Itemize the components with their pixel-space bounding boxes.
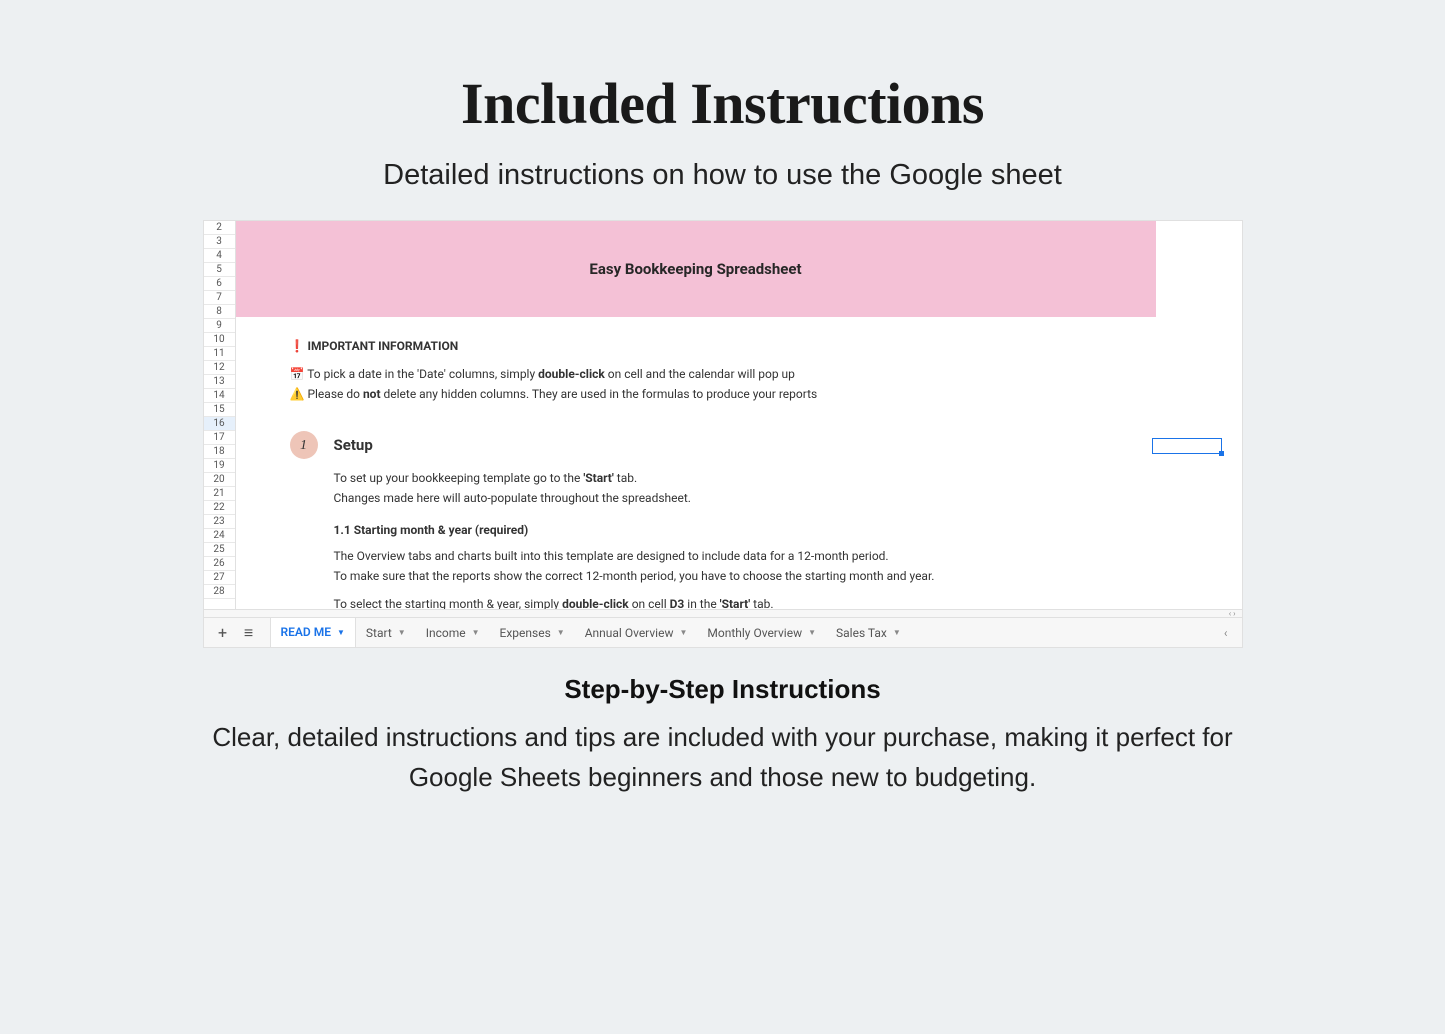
sheet-content: Easy Bookkeeping Spreadsheet ❗ IMPORTANT… [236,221,1242,609]
row-header[interactable]: 27 [204,571,235,585]
tab-label: Annual Overview [585,626,674,640]
row-header[interactable]: 5 [204,263,235,277]
all-sheets-button[interactable]: ≡ [236,620,262,646]
row-header[interactable]: 8 [204,305,235,319]
row-header[interactable]: 2 [204,221,235,235]
row-header[interactable]: 16 [204,417,235,431]
add-sheet-button[interactable]: + [210,620,236,646]
setup-text: tab. [750,597,773,609]
tab-label: Sales Tax [836,626,887,640]
calendar-icon: 📅 [290,367,305,381]
setup-text: in the [684,597,719,609]
row-header[interactable]: 6 [204,277,235,291]
tab-label: Expenses [500,626,551,640]
setup-subheader: 1.1 Starting month & year (required) [334,521,1242,539]
row-header[interactable]: 15 [204,403,235,417]
step-badge: 1 [290,431,318,459]
chevron-down-icon: ▼ [808,628,816,637]
tip-text: To pick a date in the 'Date' columns, si… [307,367,538,381]
tab-label: Income [426,626,466,640]
row-header[interactable]: 11 [204,347,235,361]
sheet-tab-expenses[interactable]: Expenses ▼ [490,618,575,648]
setup-text: The Overview tabs and charts built into … [334,547,1242,565]
row-header[interactable]: 4 [204,249,235,263]
chevron-down-icon: ▼ [398,628,406,637]
row-header[interactable]: 9 [204,319,235,333]
setup-text: Changes made here will auto-populate thr… [334,489,1242,507]
setup-text: To select the starting month & year, sim… [334,597,563,609]
row-header[interactable]: 25 [204,543,235,557]
row-header[interactable]: 26 [204,557,235,571]
tip-text: Please do [307,387,363,401]
tip-bold: not [363,387,381,401]
setup-bold: 'Start' [720,597,751,609]
alert-icon: ⚠️ [290,387,305,401]
setup-bold: 'Start' [583,471,614,485]
tip-bold: double-click [538,367,605,381]
row-header[interactable]: 18 [204,445,235,459]
scroll-tabs-icon[interactable]: ‹ [1224,626,1236,640]
spreadsheet-window: 2345678910111213141516171819202122232425… [203,220,1243,648]
horizontal-scrollbar[interactable]: ‹ › [204,609,1242,617]
setup-text: To set up your bookkeeping template go t… [334,471,584,485]
scroll-arrows-icon: ‹ › [1229,610,1236,617]
row-header[interactable]: 19 [204,459,235,473]
page-subtitle: Detailed instructions on how to use the … [0,159,1445,192]
important-heading: IMPORTANT INFORMATION [307,339,458,353]
sheet-tab-start[interactable]: Start ▼ [356,618,416,648]
setup-text: on cell [629,597,670,609]
row-header[interactable]: 3 [204,235,235,249]
sheet-title-banner: Easy Bookkeeping Spreadsheet [236,221,1156,317]
row-header[interactable]: 17 [204,431,235,445]
row-header[interactable]: 10 [204,333,235,347]
sheet-tab-annual-overview[interactable]: Annual Overview ▼ [575,618,698,648]
chevron-down-icon: ▼ [679,628,687,637]
bottom-body: Clear, detailed instructions and tips ar… [173,717,1273,798]
tip-text: delete any hidden columns. They are used… [381,387,818,401]
chevron-down-icon: ▼ [472,628,480,637]
row-header[interactable]: 23 [204,515,235,529]
row-header[interactable]: 22 [204,501,235,515]
row-header[interactable]: 13 [204,375,235,389]
row-header[interactable]: 28 [204,585,235,599]
page-title: Included Instructions [0,70,1445,137]
selected-cell[interactable] [1152,438,1222,454]
row-header[interactable]: 12 [204,361,235,375]
row-header[interactable]: 7 [204,291,235,305]
sheet-tab-read-me[interactable]: READ ME ▼ [270,617,356,647]
row-header[interactable]: 14 [204,389,235,403]
row-header-column: 2345678910111213141516171819202122232425… [204,221,236,609]
tab-label: READ ME [281,625,331,639]
tab-label: Start [366,626,392,640]
bottom-heading: Step-by-Step Instructions [0,674,1445,705]
setup-text: tab. [614,471,637,485]
tip-text: on cell and the calendar will pop up [605,367,795,381]
warning-icon: ❗ [290,339,305,353]
sheet-tab-monthly-overview[interactable]: Monthly Overview ▼ [697,618,826,648]
row-header[interactable]: 20 [204,473,235,487]
setup-title: Setup [334,434,373,457]
row-header[interactable]: 21 [204,487,235,501]
tab-label: Monthly Overview [707,626,802,640]
setup-text: To make sure that the reports show the c… [334,567,1242,585]
sheet-tab-income[interactable]: Income ▼ [416,618,490,648]
setup-bold: double-click [562,597,629,609]
setup-bold: D3 [670,597,685,609]
row-header[interactable]: 24 [204,529,235,543]
chevron-down-icon: ▼ [893,628,901,637]
chevron-down-icon: ▼ [337,628,345,637]
sheet-tab-sales-tax[interactable]: Sales Tax ▼ [826,618,911,648]
chevron-down-icon: ▼ [557,628,565,637]
sheet-tab-bar: + ≡ READ ME▼Start▼Income▼Expenses▼Annual… [204,617,1242,647]
